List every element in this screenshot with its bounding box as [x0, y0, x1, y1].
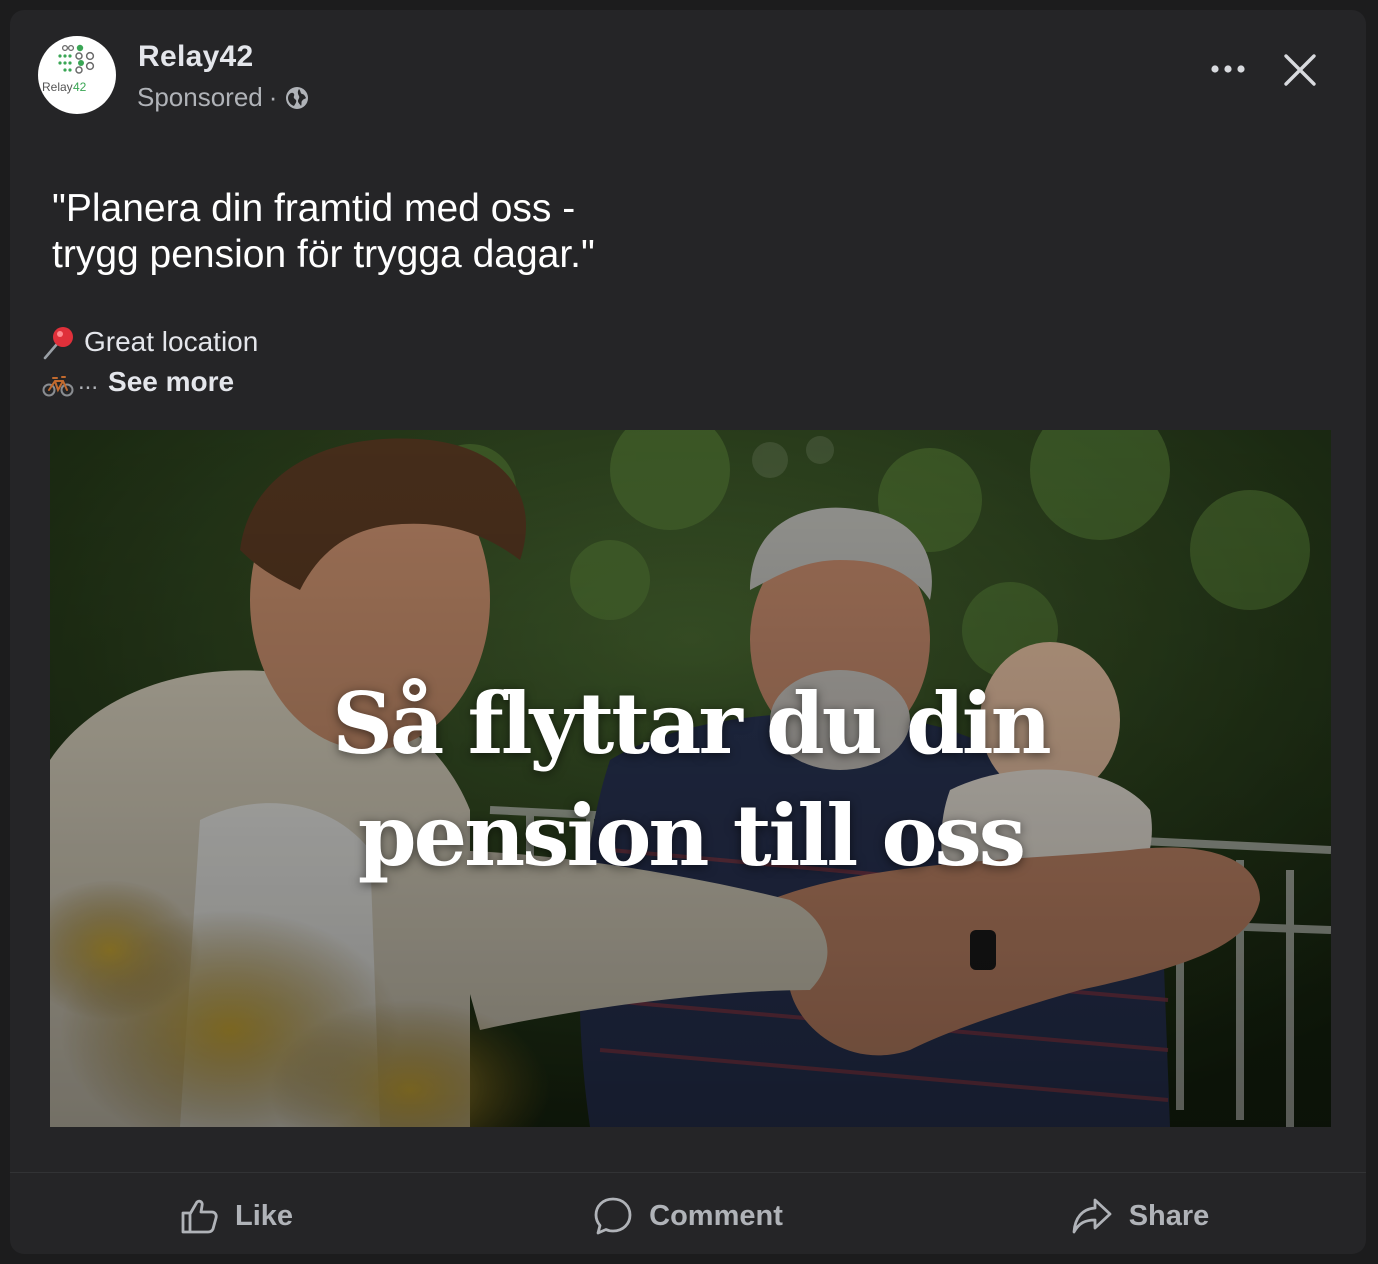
image-headline-line-1: Så flyttar du din	[332, 674, 1051, 773]
location-text: Great location	[84, 326, 259, 357]
svg-text:42: 42	[73, 80, 87, 94]
comment-label: Comment	[649, 1199, 783, 1232]
share-arrow-icon	[1072, 1198, 1112, 1234]
post-message-line-2: trygg pension för trygga dagar."	[52, 233, 595, 276]
see-more-link[interactable]: See more	[108, 366, 234, 398]
comment-button[interactable]: Comment	[462, 1178, 914, 1254]
image-headline: Så flyttar du din pension till oss	[50, 668, 1331, 892]
image-headline-line-2: pension till oss	[357, 786, 1026, 885]
post-message: "Planera din framtid med oss - trygg pen…	[52, 186, 752, 278]
more-options-icon[interactable]	[1206, 54, 1250, 84]
share-label: Share	[1128, 1199, 1210, 1232]
like-label: Like	[234, 1199, 294, 1232]
share-button[interactable]: Share	[914, 1178, 1366, 1254]
bicycle-icon	[42, 376, 74, 397]
post-message-line-1: "Planera din framtid med oss -	[52, 187, 576, 230]
round-pushpin-icon	[43, 327, 73, 360]
ad-creative-image[interactable]: Så flyttar du din pension till oss	[50, 430, 1331, 1127]
close-icon[interactable]	[1280, 50, 1320, 90]
post-meta: Sponsored ·	[137, 82, 309, 113]
sponsored-label[interactable]: Sponsored	[137, 82, 263, 113]
avatar-wordmark: Relay	[42, 80, 73, 94]
thumbs-up-icon	[181, 1199, 218, 1234]
post-header: Relay 42 Relay42 Sponsored ·	[10, 10, 1366, 140]
ellipsis: ...	[78, 368, 99, 395]
like-button[interactable]: Like	[10, 1178, 462, 1254]
meta-separator: ·	[268, 82, 278, 112]
sponsored-post-card: Relay 42 Relay42 Sponsored · "Planera di…	[10, 10, 1366, 1254]
globe-icon	[286, 86, 309, 109]
actions-divider	[10, 1172, 1366, 1173]
page-name[interactable]: Relay42	[138, 40, 254, 74]
post-action-bar: Like Comment Share	[10, 1178, 1366, 1254]
comment-bubble-icon	[594, 1197, 632, 1235]
location-line: Great location	[42, 324, 258, 360]
relay42-logo: Relay 42	[42, 44, 95, 94]
see-more-line: ... See more	[42, 366, 234, 398]
page-avatar[interactable]: Relay 42	[38, 36, 116, 114]
